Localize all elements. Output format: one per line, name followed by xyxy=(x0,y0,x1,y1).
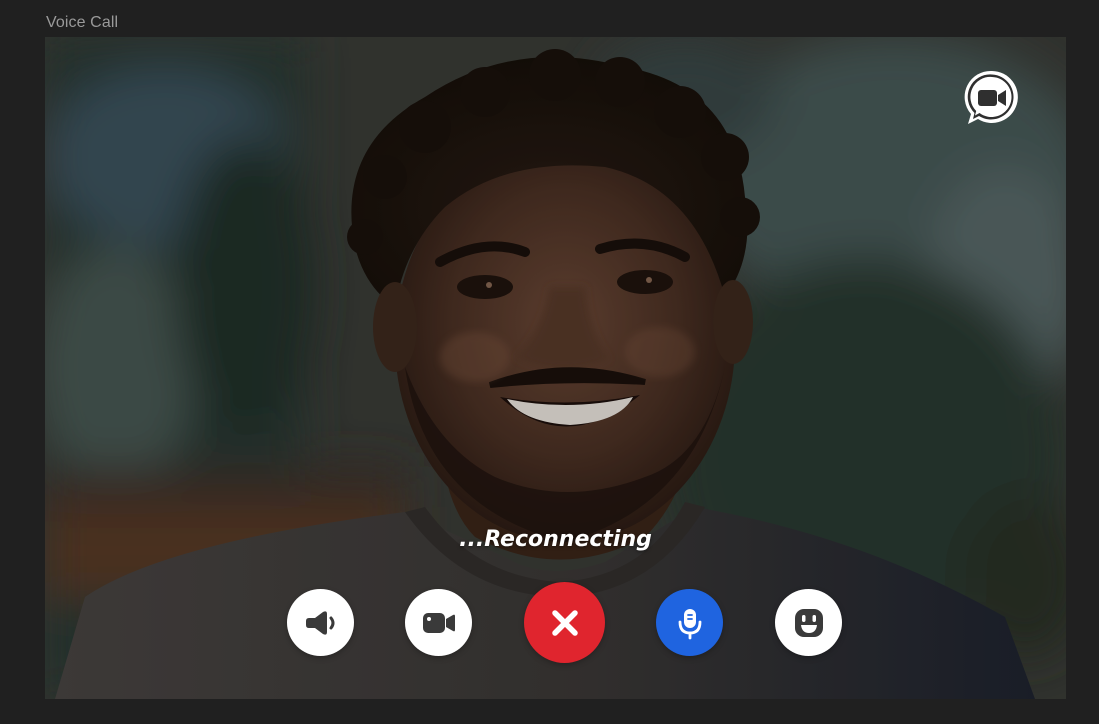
call-controls xyxy=(45,582,1066,663)
video-feed: ...Reconnecting xyxy=(45,37,1066,699)
emoji-button[interactable] xyxy=(775,589,842,656)
close-icon xyxy=(551,609,578,636)
video-camera-icon xyxy=(422,612,455,633)
video-chat-button[interactable] xyxy=(962,68,1022,128)
page-title: Voice Call xyxy=(46,14,119,31)
speaker-button[interactable] xyxy=(287,589,354,656)
video-chat-bubble-icon xyxy=(964,70,1018,124)
emoji-icon xyxy=(794,608,823,637)
camera-button[interactable] xyxy=(405,589,472,656)
microphone-icon xyxy=(678,608,701,639)
end-call-button[interactable] xyxy=(524,582,605,663)
speaker-icon xyxy=(305,610,334,635)
call-status-text: ...Reconnecting xyxy=(459,527,652,552)
mute-button[interactable] xyxy=(656,589,723,656)
